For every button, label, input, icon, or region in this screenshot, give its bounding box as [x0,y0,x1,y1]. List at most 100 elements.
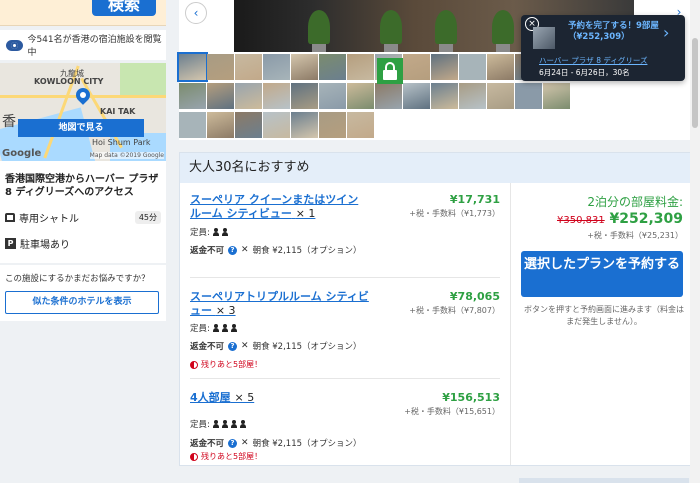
similar-hotels-button[interactable]: 似た条件のホテルを表示 [5,291,159,314]
search-box: 検索 [0,0,166,26]
gallery-thumbnail[interactable] [291,112,318,138]
map-copyright: Map data ©2019 Google [89,152,164,159]
gallery-thumbnail[interactable] [431,54,458,80]
gallery-thumbnail[interactable] [207,112,234,138]
gallery-thumbnail[interactable] [459,83,486,109]
tree-graphic [380,10,402,44]
gallery-thumbnail[interactable] [487,83,514,109]
next-section-edge [519,478,689,483]
gallery-thumbnail[interactable] [207,83,234,109]
help-question: この施設にするかまだお悩みですか？ [5,274,150,284]
chevron-right-icon[interactable]: › [663,23,669,42]
map[interactable]: KOWLOON CITY 九龍城 KAI TAK 香 Hoi Shum Park… [0,63,166,161]
google-logo: Google [2,148,42,159]
gallery-thumbnail[interactable] [347,83,374,109]
hotel-page: 検索 今541名が香港の宿泊施設を閲覧中 KOWLOON CITY 九龍城 KA… [0,0,700,483]
remaining-text: 残りあと5部屋！ [201,360,263,369]
room-capacity: 定員: [190,322,237,334]
toast-title[interactable]: 予約を完了する！9部屋（¥252,309） [568,21,663,43]
meal-option: 朝食 ¥2,115（オプション） [252,246,362,256]
gallery-thumbnail[interactable] [207,54,234,80]
half-circle-icon [190,360,198,369]
person-icon [230,324,237,332]
room-qty: × 3 [215,304,236,317]
question-icon[interactable]: ? [228,438,238,448]
meal-icon: ✕ [241,341,249,351]
lock-icon[interactable] [377,58,403,84]
parking-icon: P [5,237,16,249]
capacity-label: 定員: [190,228,210,238]
map-park [120,63,166,98]
gallery-thumbnail[interactable] [319,83,346,109]
half-circle-icon [190,452,198,461]
gallery-thumbnail[interactable] [319,112,346,138]
gallery-prev-button[interactable]: ‹ [185,2,207,24]
gallery-thumbnail[interactable] [347,54,374,80]
question-icon[interactable]: ? [228,341,238,351]
person-icon [212,228,219,236]
original-price: ¥350,831 [557,215,605,226]
person-icon [221,420,228,428]
shuttle-row: 専用シャトル 45分 [5,207,161,227]
person-icon [212,420,219,428]
airport-access: 香港国際空港からハーバー プラザ 8 ディグリーズへのアクセス 専用シャトル 4… [0,161,166,263]
toast-hotel-link[interactable]: ハーバー プラザ 8 ディグリーズ [539,55,647,66]
room-name-link[interactable]: スーペリア クイーンまたはツイン ルーム シティビュー × 1 [190,193,370,221]
gallery-thumbnail[interactable] [263,83,290,109]
gallery-thumbnail[interactable] [347,112,374,138]
person-icon [239,420,246,428]
gallery-thumbnail[interactable] [235,112,262,138]
gallery-thumbnail[interactable] [179,112,206,138]
viewing-notice: 今541名が香港の宿泊施設を閲覧中 [0,30,166,60]
map-pin-icon [73,85,93,106]
gallery-thumbnail[interactable] [319,54,346,80]
gallery-thumbnail[interactable] [543,83,570,109]
question-icon[interactable]: ? [228,245,238,255]
toast-dates: 6月24日 - 6月26日，30名 [539,68,630,77]
recommendation-heading: 大人30名におすすめ [180,153,693,183]
help-box: この施設にするかまだお悩みですか？ 似た条件のホテルを表示 [0,265,166,321]
gallery-thumbnail[interactable] [235,54,262,80]
refund-policy: 返金不可 [190,439,225,449]
scrollbar-thumb[interactable] [692,38,698,128]
summary-tax: +税・手数料（¥25,231） [587,231,683,240]
room-name[interactable]: 4人部屋 [190,391,231,404]
recommendation-panel: 大人30名におすすめ スーペリア クイーンまたはツイン ルーム シティビュー ×… [179,152,694,466]
rooms-remaining: 残りあと5部屋！ [190,359,262,370]
gallery-thumbnail[interactable] [403,54,430,80]
gallery-thumbnail[interactable] [291,54,318,80]
shuttle-icon [5,212,15,222]
room-qty: × 1 [295,207,316,220]
gallery-thumbnail[interactable] [487,54,514,80]
gallery-thumbnail[interactable] [431,83,458,109]
gallery-thumbnail[interactable] [179,83,206,109]
summary-title: 2泊分の部屋料金: [587,195,683,209]
gallery-thumbnail[interactable] [235,83,262,109]
booking-reminder[interactable]: × 予約を完了する！9部屋（¥252,309） › ハーバー プラザ 8 ディグ… [521,15,685,81]
person-icon [212,324,219,332]
room-name-link[interactable]: スーペリアトリプルルーム シティビュー × 3 [190,290,370,318]
gallery-thumbnail[interactable] [403,83,430,109]
gallery-thumbnail[interactable] [177,52,208,82]
reserve-button[interactable]: 選択したプランを予約する [521,251,683,297]
tree-graphic [435,10,457,44]
room-name-link[interactable]: 4人部屋 × 5 [190,391,370,405]
refund-policy: 返金不可 [190,246,225,256]
scrollbar[interactable] [690,0,700,483]
room-name[interactable]: スーペリア クイーンまたはツイン ルーム シティビュー [190,193,358,220]
map-label-park: Hoi Shum Park [92,138,151,147]
shuttle-label: 専用シャトル [19,213,79,225]
search-button[interactable]: 検索 [92,0,156,16]
gallery-thumbnail[interactable] [263,54,290,80]
gallery-thumbnail[interactable] [375,83,402,109]
total-price: ¥252,309 [609,211,683,227]
gallery-thumbnail[interactable] [291,83,318,109]
price-summary: 2泊分の部屋料金: ¥350,831 ¥252,309 +税・手数料（¥25,2… [510,183,693,465]
capacity-label: 定員: [190,420,210,430]
room-item: 4人部屋 × 5 ¥156,513 +税・手数料（¥15,651） 定員: 返金… [190,380,500,462]
gallery-thumbnail[interactable] [459,54,486,80]
access-title: 香港国際空港からハーバー プラザ 8 ディグリーズへのアクセス [5,174,159,198]
gallery-thumbnail[interactable] [263,112,290,138]
gallery-thumbnail[interactable] [515,83,542,109]
view-map-button[interactable]: 地図で見る [18,119,144,137]
